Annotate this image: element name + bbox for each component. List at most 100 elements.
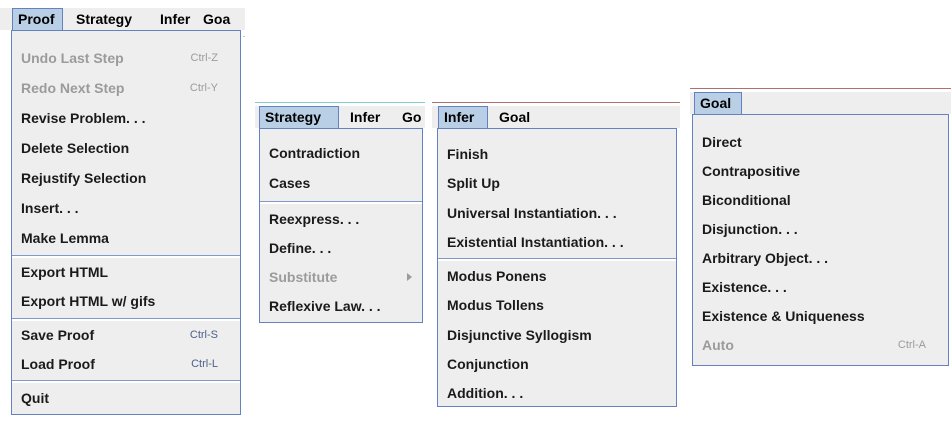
menu-item-label: Delete Selection	[21, 140, 130, 156]
menu-item-insert[interactable]: Insert. . .	[12, 193, 240, 223]
menu-bar: Goal	[690, 92, 951, 114]
menu-item-label: Save Proof	[21, 327, 95, 343]
menu-item-contrapositive[interactable]: Contrapositive	[693, 156, 948, 186]
shortcut-label: Ctrl-A	[897, 339, 926, 351]
menu-item-label: Modus Ponens	[447, 268, 547, 284]
menu-item-load-proof[interactable]: Load Proof Ctrl-L	[12, 349, 240, 379]
menu-item-label: Disjunctive Syllogism	[447, 327, 592, 343]
menu-item-modus-ponens[interactable]: Modus Ponens	[438, 261, 676, 291]
proof-menu-panel: Proof Strategy Infer Goa Undo Last Step …	[0, 0, 245, 424]
menu-item-label: Contrapositive	[702, 163, 801, 179]
menu-item-disjunction[interactable]: Disjunction. . .	[693, 214, 948, 244]
shortcut-label: Ctrl-Y	[189, 82, 218, 94]
shortcut-label: Ctrl-S	[189, 329, 218, 341]
menu-item-label: Disjunction. . .	[702, 221, 798, 237]
menu-item-label: Load Proof	[21, 356, 95, 372]
menu-item-label: Contradiction	[269, 145, 360, 161]
menu-item-label: Insert. . .	[21, 200, 79, 216]
menu-item-disjunctive-syllogism[interactable]: Disjunctive Syllogism	[438, 320, 676, 350]
menu-item-label: Rejustify Selection	[21, 170, 147, 186]
menubar-goal[interactable]: Goal	[494, 106, 535, 128]
menu-bar: Infer Goal	[432, 106, 680, 128]
menu-item-label: Export HTML w/ gifs	[21, 293, 156, 309]
menu-item-quit[interactable]: Quit	[12, 383, 240, 413]
background-window-edge	[243, 36, 245, 37]
submenu-arrow-icon	[407, 273, 412, 281]
menu-item-existence-uniqueness[interactable]: Existence & Uniqueness	[693, 301, 948, 331]
menu-item-label: Cases	[269, 175, 311, 191]
menu-item-export-html-gifs[interactable]: Export HTML w/ gifs	[12, 286, 240, 316]
menu-item-modus-tollens[interactable]: Modus Tollens	[438, 290, 676, 320]
menu-item-reexpress[interactable]: Reexpress. . .	[260, 204, 422, 234]
menu-item-label: Direct	[702, 134, 742, 150]
menu-item-finish[interactable]: Finish	[438, 139, 676, 169]
menu-bar: Proof Strategy Infer Goa	[0, 8, 245, 30]
menu-item-label: Universal Instantiation. . .	[447, 205, 617, 221]
menu-item-auto: Auto Ctrl-A	[693, 330, 948, 360]
goal-menu: Direct Contrapositive Biconditional Disj…	[692, 114, 949, 366]
menubar-goal[interactable]: Go	[397, 106, 425, 128]
menubar-proof[interactable]: Proof	[12, 8, 63, 30]
menu-item-label: Split Up	[447, 175, 500, 191]
menu-item-define[interactable]: Define. . .	[260, 233, 422, 263]
shortcut-label: Ctrl-L	[191, 358, 218, 370]
menu-item-universal-instantiation[interactable]: Universal Instantiation. . .	[438, 198, 676, 228]
menubar-goal[interactable]: Goa	[198, 8, 235, 30]
menu-item-label: Modus Tollens	[447, 297, 544, 313]
background-window-edge	[255, 102, 425, 103]
menubar-infer[interactable]: Infer	[155, 8, 195, 30]
menu-item-substitute: Substitute	[260, 262, 422, 292]
menu-item-label: Reflexive Law. . .	[269, 298, 381, 314]
strategy-menu-panel: Strategy Infer Go Contradiction Cases Re…	[255, 100, 425, 424]
menu-item-label: Conjunction	[447, 356, 529, 372]
infer-menu: Finish Split Up Universal Instantiation.…	[437, 128, 677, 407]
infer-menu-panel: Infer Goal Finish Split Up Universal Ins…	[432, 100, 680, 424]
menu-item-save-proof[interactable]: Save Proof Ctrl-S	[12, 320, 240, 350]
menu-bar: Strategy Infer Go	[255, 106, 425, 128]
menubar-goal[interactable]: Goal	[694, 92, 742, 114]
menu-item-arbitrary-object[interactable]: Arbitrary Object. . .	[693, 243, 948, 273]
menu-item-rejustify-selection[interactable]: Rejustify Selection	[12, 163, 240, 193]
proof-menu: Undo Last Step Ctrl-Z Redo Next Step Ctr…	[11, 30, 241, 415]
menu-item-existence[interactable]: Existence. . .	[693, 272, 948, 302]
menu-item-conjunction[interactable]: Conjunction	[438, 349, 676, 379]
menu-item-split-up[interactable]: Split Up	[438, 168, 676, 198]
menu-item-contradiction[interactable]: Contradiction	[260, 138, 422, 168]
menu-item-label: Biconditional	[702, 192, 791, 208]
shortcut-label: Ctrl-Z	[190, 52, 219, 64]
background-window-edge	[690, 88, 951, 89]
menu-item-cases[interactable]: Cases	[260, 168, 422, 198]
menu-item-label: Export HTML	[21, 264, 109, 280]
menu-item-revise-problem[interactable]: Revise Problem. . .	[12, 103, 240, 133]
menubar-infer[interactable]: Infer	[438, 106, 488, 128]
menu-item-reflexive-law[interactable]: Reflexive Law. . .	[260, 291, 422, 321]
menu-item-biconditional[interactable]: Biconditional	[693, 185, 948, 215]
menu-item-existential-instantiation[interactable]: Existential Instantiation. . .	[438, 227, 676, 257]
menu-item-delete-selection[interactable]: Delete Selection	[12, 133, 240, 163]
menu-item-direct[interactable]: Direct	[693, 127, 948, 157]
strategy-menu: Contradiction Cases Reexpress. . . Defin…	[259, 128, 423, 323]
menu-item-label: Make Lemma	[21, 230, 109, 246]
menu-item-label: Substitute	[269, 269, 338, 285]
goal-menu-panel: Goal Direct Contrapositive Biconditional…	[690, 86, 951, 424]
menu-item-label: Finish	[447, 146, 489, 162]
menu-item-label: Define. . .	[269, 240, 332, 256]
background-window-edge	[432, 102, 680, 103]
menubar-infer[interactable]: Infer	[345, 106, 385, 128]
menu-item-export-html[interactable]: Export HTML	[12, 257, 240, 287]
menu-item-make-lemma[interactable]: Make Lemma	[12, 223, 240, 253]
menu-item-addition[interactable]: Addition. . .	[438, 378, 676, 408]
menu-item-label: Arbitrary Object. . .	[702, 250, 829, 266]
menubar-strategy[interactable]: Strategy	[259, 106, 339, 128]
menu-item-label: Undo Last Step	[21, 50, 124, 66]
menu-item-label: Reexpress. . .	[269, 211, 360, 227]
menu-item-label: Addition. . .	[447, 385, 524, 401]
menu-item-label: Auto	[702, 337, 734, 353]
menu-item-undo-last-step: Undo Last Step Ctrl-Z	[12, 43, 240, 73]
menu-item-label: Existence & Uniqueness	[702, 308, 865, 324]
menu-item-label: Redo Next Step	[21, 80, 125, 96]
menu-item-redo-next-step: Redo Next Step Ctrl-Y	[12, 73, 240, 103]
menubar-strategy[interactable]: Strategy	[71, 8, 137, 30]
menu-item-label: Revise Problem. . .	[21, 110, 146, 126]
menu-item-label: Quit	[21, 390, 49, 406]
